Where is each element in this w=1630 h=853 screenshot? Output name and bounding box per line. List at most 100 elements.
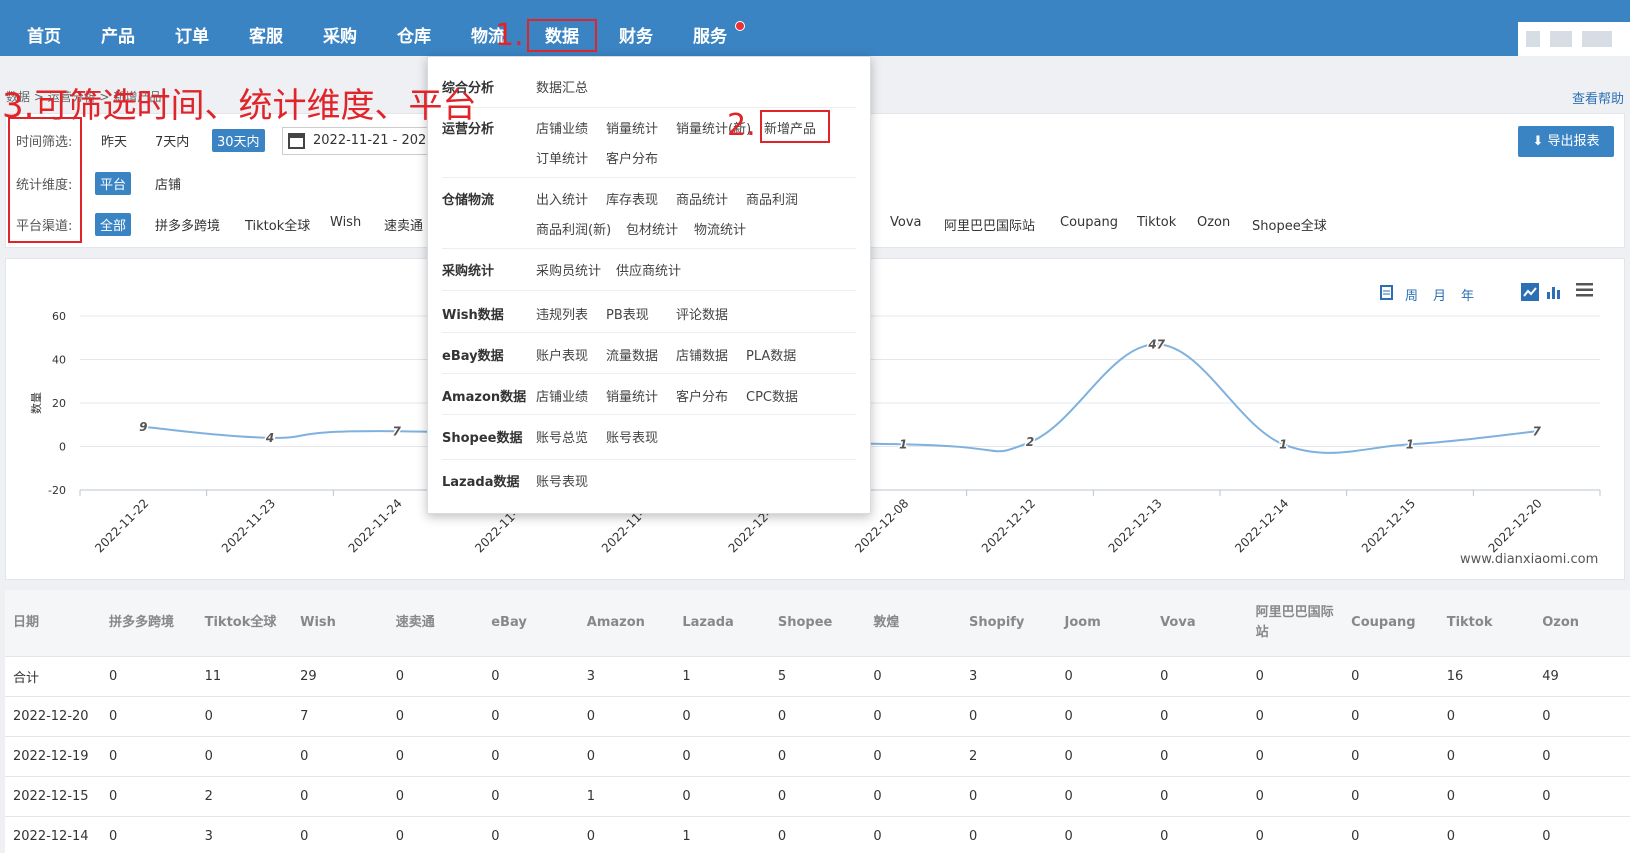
menu-link[interactable]: 违规列表 xyxy=(536,304,588,323)
table-cell: 0 xyxy=(865,816,961,853)
menu-link[interactable]: 店铺业绩 xyxy=(536,386,588,405)
menu-link[interactable]: 评论数据 xyxy=(676,304,728,323)
menu-link[interactable]: 客户分布 xyxy=(676,386,728,405)
menu-link[interactable]: 包材统计 xyxy=(626,219,678,238)
table-cell: 0 xyxy=(387,656,484,697)
table-cell: 0 xyxy=(101,816,197,853)
table-header-cell: Ozon xyxy=(1534,590,1630,657)
table-cell: 0 xyxy=(1343,816,1439,853)
table-cell: 29 xyxy=(292,656,388,697)
table-cell: 1 xyxy=(674,816,770,853)
table-cell: 2022-12-14 xyxy=(5,816,102,853)
table-header-cell: 拼多多跨境 xyxy=(101,590,197,657)
annotation-box-filters xyxy=(8,117,82,243)
table-header-cell: 日期 xyxy=(5,590,102,657)
x-tick-label: 2022-11-23 xyxy=(219,496,278,555)
menu-link[interactable]: 销量统计 xyxy=(606,386,658,405)
menu-link[interactable]: PB表现 xyxy=(606,304,649,323)
menu-link[interactable]: 销量统计 xyxy=(606,118,658,137)
table-cell: 0 xyxy=(1247,736,1344,777)
table-cell: 0 xyxy=(1343,736,1439,777)
table-cell: 0 xyxy=(1534,816,1630,853)
menu-link[interactable]: 客户分布 xyxy=(606,148,658,167)
table-cell: 0 xyxy=(960,696,1057,737)
data-label: 7 xyxy=(392,424,401,438)
table-cell: 0 xyxy=(1247,816,1344,853)
y-axis-label: 数量 xyxy=(30,392,43,414)
table-cell: 2 xyxy=(196,776,293,817)
table-cell: 0 xyxy=(101,656,197,697)
table-cell: 49 xyxy=(1534,656,1630,697)
table-cell: 0 xyxy=(1056,656,1153,697)
table-cell: 0 xyxy=(1152,696,1248,737)
menu-link[interactable]: 商品利润(新) xyxy=(536,219,611,238)
table-row: 2022-12-19 0 0 0 0 0 0 0 0 0 2 0 0 0 0 0 0 xyxy=(5,736,1630,777)
table-cell: 0 xyxy=(1247,656,1344,697)
table-cell: 0 xyxy=(769,736,866,777)
menu-link[interactable]: 店铺数据 xyxy=(676,345,728,364)
menu-link[interactable]: 采购员统计 xyxy=(536,260,601,279)
table-row: 2022-12-14 0 3 0 0 0 0 1 0 0 0 0 0 0 0 0 0 xyxy=(5,816,1630,853)
table-cell: 0 xyxy=(1152,816,1248,853)
menu-group-title: 仓储物流 xyxy=(442,193,495,208)
table-header-cell: Wish xyxy=(292,590,388,657)
menu-link[interactable]: 数据汇总 xyxy=(536,77,588,96)
menu-link[interactable]: 供应商统计 xyxy=(616,260,681,279)
data-label: 4 xyxy=(265,431,274,445)
table-cell: 0 xyxy=(101,696,197,737)
table-cell: 0 xyxy=(1343,696,1439,737)
table-cell: 0 xyxy=(292,816,388,853)
table-cell: 1 xyxy=(674,656,770,697)
table-header-cell: 敦煌 xyxy=(865,590,961,657)
x-tick-label: 2022-12-20 xyxy=(1486,496,1545,555)
data-label: 2 xyxy=(1026,435,1034,449)
menu-link[interactable]: 流量数据 xyxy=(606,345,658,364)
table-cell: 0 xyxy=(769,776,866,817)
menu-link[interactable]: 库存表现 xyxy=(606,189,658,208)
menu-link[interactable]: 商品利润 xyxy=(746,189,798,208)
menu-link[interactable]: 账号表现 xyxy=(536,471,588,490)
y-tick-label: -20 xyxy=(48,484,66,497)
x-tick-label: 2022-11-24 xyxy=(346,496,405,555)
data-label: 47 xyxy=(1147,337,1165,351)
table-header-cell: eBay xyxy=(483,590,579,657)
table-cell: 0 xyxy=(1534,776,1630,817)
table-cell: 0 xyxy=(387,776,484,817)
table-cell: 0 xyxy=(578,696,675,737)
table-cell: 0 xyxy=(387,696,484,737)
table-header-cell: Joom xyxy=(1056,590,1153,657)
menu-link[interactable]: PLA数据 xyxy=(746,345,796,364)
table-cell: 0 xyxy=(674,776,770,817)
menu-link[interactable]: 账号表现 xyxy=(606,427,658,446)
table-cell: 0 xyxy=(674,736,770,777)
table-cell: 0 xyxy=(483,776,579,817)
menu-link[interactable]: 订单统计 xyxy=(536,148,588,167)
menu-link[interactable]: 出入统计 xyxy=(536,189,588,208)
table-cell: 0 xyxy=(1152,656,1248,697)
table-header-cell: Coupang xyxy=(1343,590,1439,657)
table-cell: 0 xyxy=(960,776,1057,817)
table-cell: 2022-12-19 xyxy=(5,736,102,777)
table-cell: 0 xyxy=(292,736,388,777)
menu-link[interactable]: 商品统计 xyxy=(676,189,728,208)
menu-link[interactable]: 账户表现 xyxy=(536,345,588,364)
table-cell: 0 xyxy=(1056,736,1153,777)
x-tick-label: 2022-12-12 xyxy=(979,496,1038,555)
stats-table: 日期 拼多多跨境 Tiktok全球 Wish 速卖通 eBay Amazon Lazada Sh… xyxy=(5,590,1630,853)
table-cell: 0 xyxy=(101,776,197,817)
table-cell: 0 xyxy=(1152,736,1248,777)
table-cell: 0 xyxy=(1247,696,1344,737)
table-cell: 0 xyxy=(960,816,1057,853)
menu-link[interactable]: 账号总览 xyxy=(536,427,588,446)
watermark: www.dianxiaomi.com xyxy=(1460,552,1599,567)
menu-link[interactable]: 店铺业绩 xyxy=(536,118,588,137)
menu-link[interactable]: CPC数据 xyxy=(746,386,798,405)
table-cell: 5 xyxy=(769,656,866,697)
table-cell: 0 xyxy=(387,736,484,777)
menu-link[interactable]: 物流统计 xyxy=(694,219,746,238)
table-cell: 0 xyxy=(196,696,293,737)
table-cell: 0 xyxy=(1438,776,1535,817)
table-cell: 0 xyxy=(1343,656,1439,697)
table-header-cell: 速卖通 xyxy=(387,590,484,657)
table-cell: 0 xyxy=(1152,776,1248,817)
